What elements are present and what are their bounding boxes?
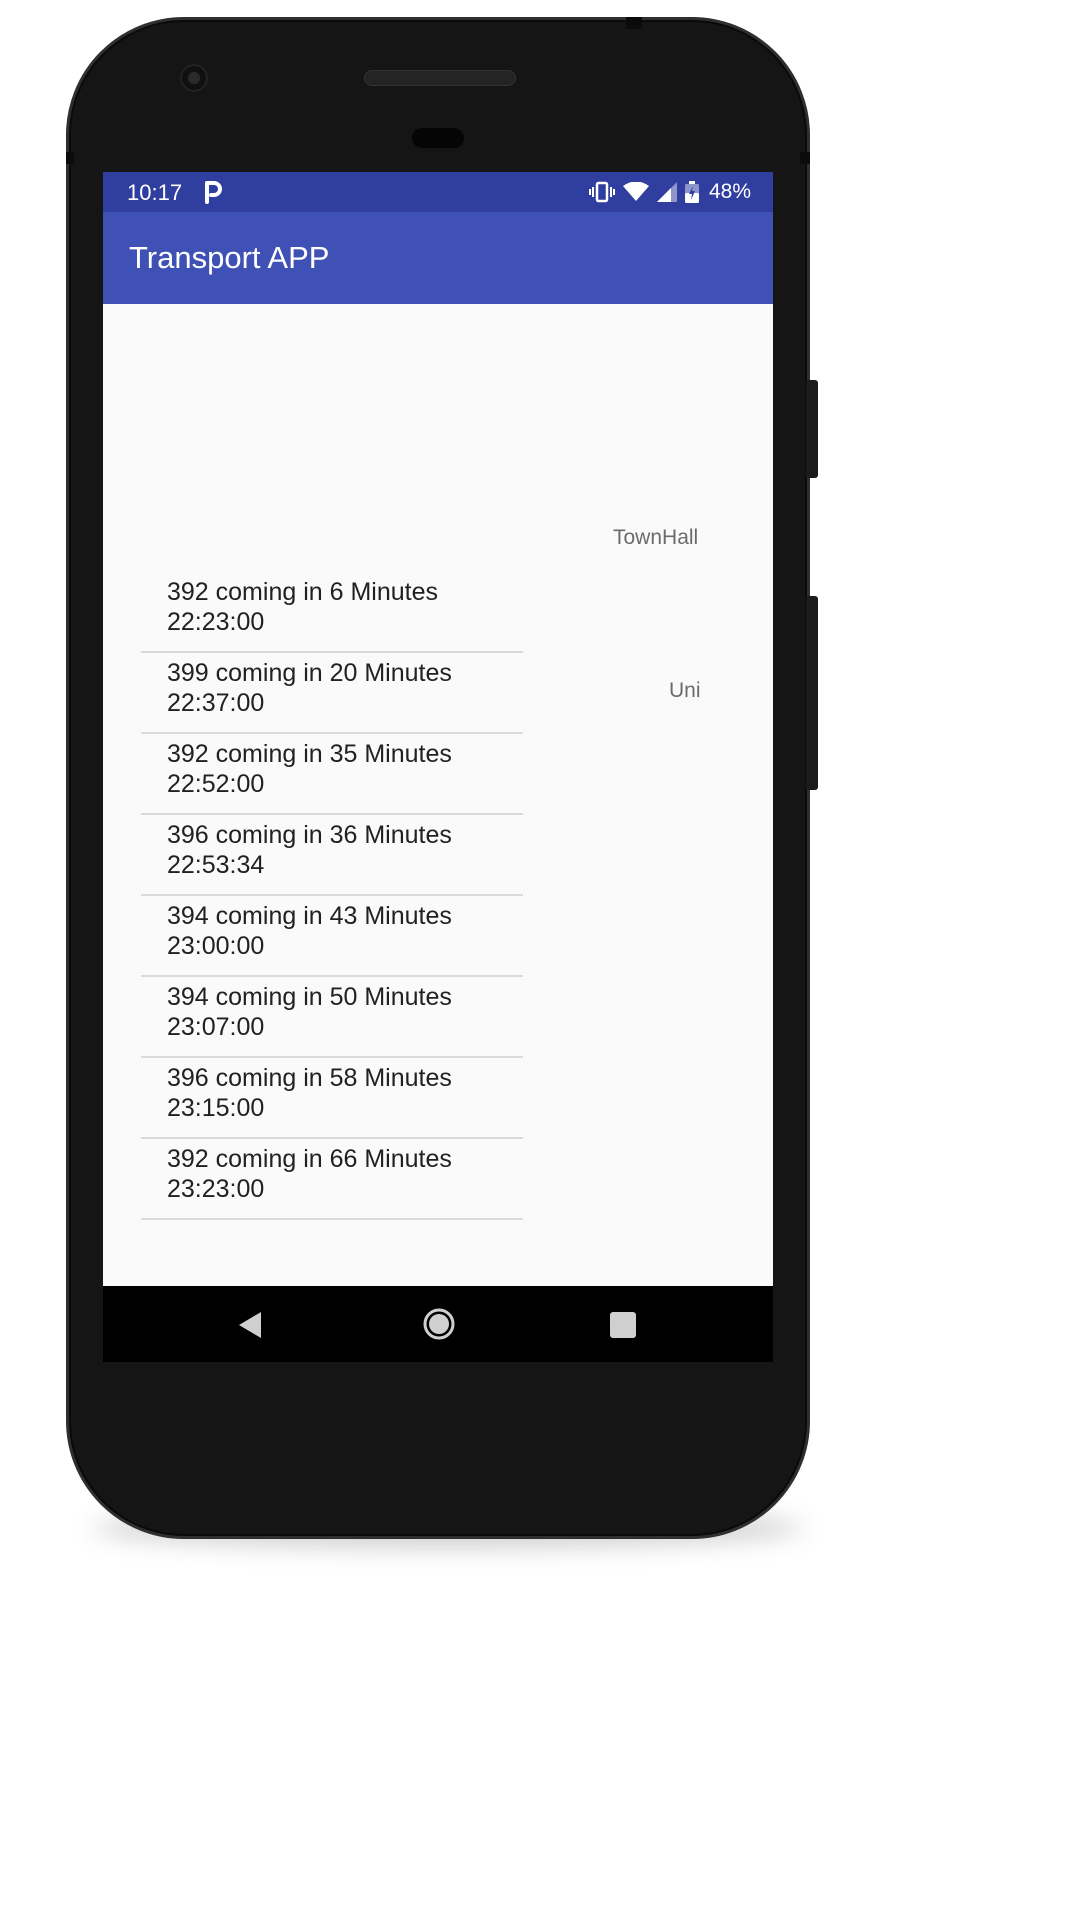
- parking-icon: [203, 180, 223, 204]
- app-title: Transport APP: [129, 240, 330, 275]
- front-camera: [180, 64, 208, 92]
- arrival-line: 392 coming in 6 Minutes: [167, 578, 438, 606]
- frame-notch: [800, 152, 810, 164]
- recents-icon[interactable]: [610, 1312, 636, 1338]
- list-item[interactable]: 392 coming in 35 Minutes 22:52:00: [141, 734, 523, 815]
- volume-button[interactable]: [806, 596, 818, 790]
- list-item[interactable]: 392 coming in 6 Minutes 22:23:00: [141, 572, 523, 653]
- arrival-time: 22:53:34: [167, 851, 265, 879]
- home-icon[interactable]: [423, 1308, 455, 1345]
- frame-notch: [626, 17, 642, 29]
- arrival-time: 23:15:00: [167, 1094, 265, 1122]
- list-item[interactable]: 399 coming in 20 Minutes 22:37:00: [141, 653, 523, 734]
- list-item[interactable]: 394 coming in 43 Minutes 23:00:00: [141, 896, 523, 977]
- arrival-time: 22:52:00: [167, 770, 265, 798]
- arrival-time: 23:07:00: [167, 1013, 265, 1041]
- earpiece-speaker: [364, 70, 516, 86]
- arrival-line: 394 coming in 43 Minutes: [167, 902, 452, 930]
- arrival-time: 22:23:00: [167, 608, 265, 636]
- stop-uni[interactable]: Uni: [669, 679, 701, 703]
- app-bar: Transport APP: [103, 212, 773, 304]
- battery-level: 48%: [708, 180, 751, 203]
- main-content: TownHall Uni 392 coming in 6 Minutes 22:…: [103, 304, 773, 1286]
- list-item[interactable]: 394 coming in 50 Minutes 23:07:00: [141, 977, 523, 1058]
- list-item[interactable]: 396 coming in 36 Minutes 22:53:34: [141, 815, 523, 896]
- proximity-sensor: [412, 128, 464, 148]
- arrivals-list: 392 coming in 6 Minutes 22:23:00 399 com…: [141, 572, 523, 1220]
- arrival-line: 399 coming in 20 Minutes: [167, 659, 452, 687]
- arrival-line: 394 coming in 50 Minutes: [167, 983, 452, 1011]
- navigation-bar: [103, 1286, 773, 1362]
- screen: 10:17 48% Transport APP TownHall Uni 392…: [103, 172, 773, 1286]
- status-time: 10:17: [127, 180, 183, 205]
- frame-notch: [66, 152, 74, 164]
- signal-icon: [656, 182, 677, 202]
- back-icon[interactable]: [237, 1310, 263, 1345]
- arrival-time: 23:00:00: [167, 932, 265, 960]
- arrival-line: 396 coming in 36 Minutes: [167, 821, 452, 849]
- list-item[interactable]: 396 coming in 58 Minutes 23:15:00: [141, 1058, 523, 1139]
- arrival-line: 396 coming in 58 Minutes: [167, 1064, 452, 1092]
- status-icons: 48%: [588, 180, 751, 204]
- stop-townhall[interactable]: TownHall: [613, 526, 698, 550]
- arrival-time: 22:37:00: [167, 689, 265, 717]
- list-item[interactable]: 392 coming in 66 Minutes 23:23:00: [141, 1139, 523, 1220]
- arrival-time: 23:23:00: [167, 1175, 265, 1203]
- status-bar: 10:17 48%: [103, 172, 773, 212]
- arrival-line: 392 coming in 35 Minutes: [167, 740, 452, 768]
- arrival-line: 392 coming in 66 Minutes: [167, 1145, 452, 1173]
- wifi-icon: [622, 182, 649, 202]
- power-button[interactable]: [806, 380, 818, 478]
- battery-icon: [684, 181, 699, 203]
- vibrate-icon: [588, 181, 615, 203]
